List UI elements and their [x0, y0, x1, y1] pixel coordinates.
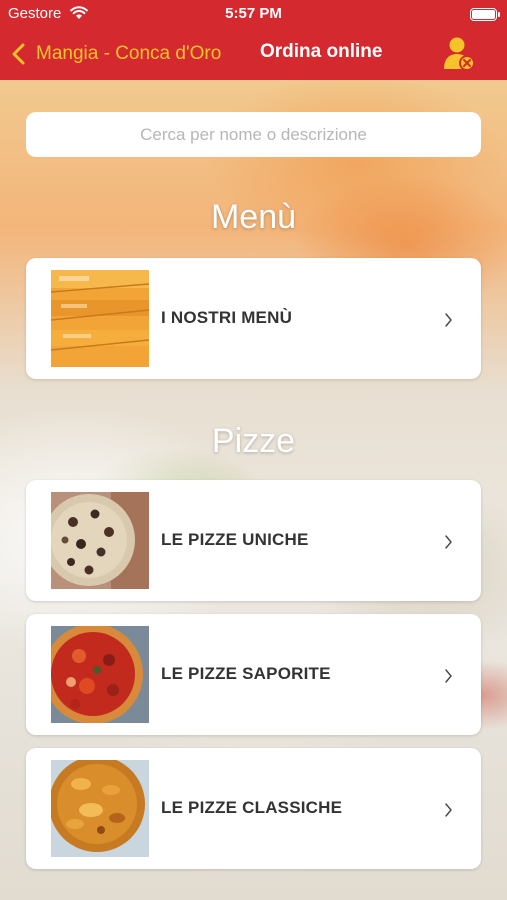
- section-title-pizze: Pizze: [211, 422, 296, 460]
- category-card-pizze-classiche[interactable]: LE PIZZE CLASSICHE: [26, 748, 481, 869]
- search-input[interactable]: [26, 112, 481, 157]
- user-logout-icon[interactable]: [443, 36, 475, 72]
- category-card-pizze-saporite[interactable]: LE PIZZE SAPORITE: [26, 614, 481, 735]
- chevron-right-icon: [445, 313, 452, 327]
- category-label: LE PIZZE CLASSICHE: [161, 798, 343, 817]
- page-title: Ordina online: [260, 41, 383, 62]
- pizza-photo: [51, 760, 149, 857]
- navigation-bar: Mangia - Conca d'Oro Ordina online: [0, 28, 507, 80]
- chevron-right-icon: [445, 535, 452, 549]
- chevron-left-icon: [12, 43, 25, 65]
- battery-icon: [470, 8, 500, 21]
- menu-content[interactable]: Menù I NOSTRI MENÙ Pizze: [0, 80, 507, 900]
- category-label: I NOSTRI MENÙ: [161, 308, 293, 327]
- status-bar: Gestore 5:57 PM: [0, 0, 507, 28]
- chevron-right-icon: [445, 669, 452, 683]
- back-button[interactable]: Mangia - Conca d'Oro: [10, 38, 221, 70]
- category-label: LE PIZZE UNICHE: [161, 530, 309, 549]
- section-title-menu: Menù: [210, 198, 297, 236]
- chevron-right-icon: [445, 803, 452, 817]
- pizza-boxes-photo: [51, 270, 149, 367]
- pizza-photo: [51, 492, 149, 589]
- clock: 5:57 PM: [225, 5, 282, 22]
- category-card-pizze-uniche[interactable]: LE PIZZE UNICHE: [26, 480, 481, 601]
- back-button-label: Mangia - Conca d'Oro: [36, 43, 222, 64]
- category-card-menu[interactable]: I NOSTRI MENÙ: [26, 258, 481, 379]
- category-label: LE PIZZE SAPORITE: [161, 664, 331, 683]
- pizza-photo: [51, 626, 149, 723]
